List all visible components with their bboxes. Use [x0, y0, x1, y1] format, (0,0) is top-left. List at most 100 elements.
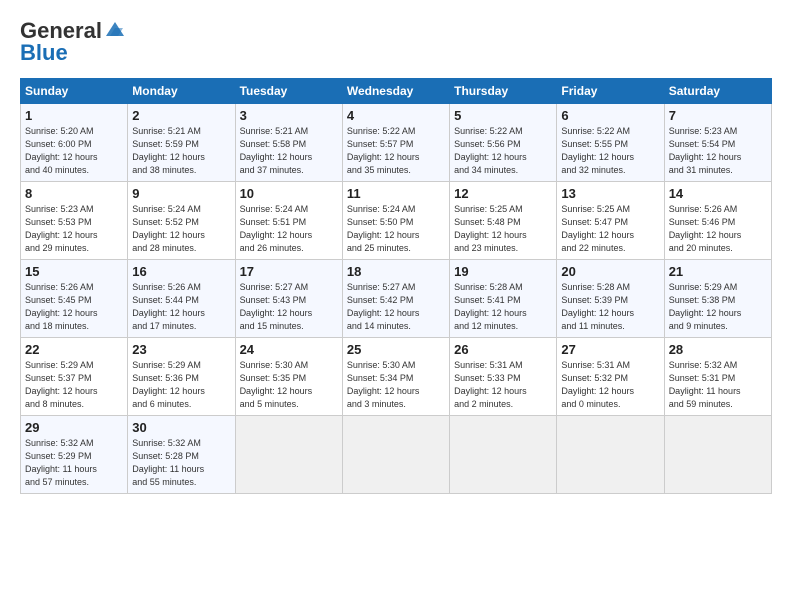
day-info: Sunrise: 5:26 AM Sunset: 5:44 PM Dayligh… — [132, 281, 230, 333]
table-row: 17 Sunrise: 5:27 AM Sunset: 5:43 PM Dayli… — [235, 260, 342, 338]
day-number: 1 — [25, 108, 123, 123]
table-row — [557, 416, 664, 494]
col-sunday: Sunday — [21, 79, 128, 104]
day-number: 5 — [454, 108, 552, 123]
table-row — [450, 416, 557, 494]
table-row — [664, 416, 771, 494]
day-number: 24 — [240, 342, 338, 357]
calendar-week-row: 8Sunrise: 5:23 AM Sunset: 5:53 PM Daylig… — [21, 182, 772, 260]
table-row: 9 Sunrise: 5:24 AM Sunset: 5:52 PM Daylig… — [128, 182, 235, 260]
day-info: Sunrise: 5:32 AM Sunset: 5:28 PM Dayligh… — [132, 437, 230, 489]
day-info: Sunrise: 5:30 AM Sunset: 5:35 PM Dayligh… — [240, 359, 338, 411]
table-row: 2Sunrise: 5:21 AM Sunset: 5:59 PM Daylig… — [128, 104, 235, 182]
logo: General Blue — [20, 18, 126, 66]
col-wednesday: Wednesday — [342, 79, 449, 104]
day-number: 26 — [454, 342, 552, 357]
day-number: 29 — [25, 420, 123, 435]
day-number: 3 — [240, 108, 338, 123]
table-row: 29 Sunrise: 5:32 AM Sunset: 5:29 PM Dayli… — [21, 416, 128, 494]
day-number: 7 — [669, 108, 767, 123]
day-number: 2 — [132, 108, 230, 123]
day-info: Sunrise: 5:20 AM Sunset: 6:00 PM Dayligh… — [25, 125, 123, 177]
day-number: 15 — [25, 264, 123, 279]
day-info: Sunrise: 5:29 AM Sunset: 5:36 PM Dayligh… — [132, 359, 230, 411]
day-info: Sunrise: 5:32 AM Sunset: 5:31 PM Dayligh… — [669, 359, 767, 411]
day-info: Sunrise: 5:24 AM Sunset: 5:50 PM Dayligh… — [347, 203, 445, 255]
table-row: 19Sunrise: 5:28 AM Sunset: 5:41 PM Dayli… — [450, 260, 557, 338]
day-number: 14 — [669, 186, 767, 201]
table-row: 22 Sunrise: 5:29 AM Sunset: 5:37 PM Dayli… — [21, 338, 128, 416]
col-monday: Monday — [128, 79, 235, 104]
day-info: Sunrise: 5:21 AM Sunset: 5:58 PM Dayligh… — [240, 125, 338, 177]
day-info: Sunrise: 5:31 AM Sunset: 5:32 PM Dayligh… — [561, 359, 659, 411]
day-number: 30 — [132, 420, 230, 435]
table-row: 30 Sunrise: 5:32 AM Sunset: 5:28 PM Dayli… — [128, 416, 235, 494]
day-info: Sunrise: 5:26 AM Sunset: 5:45 PM Dayligh… — [25, 281, 123, 333]
logo-icon — [104, 20, 126, 38]
table-row — [235, 416, 342, 494]
calendar-week-row: 1 Sunrise: 5:20 AM Sunset: 6:00 PM Daylig… — [21, 104, 772, 182]
day-info: Sunrise: 5:22 AM Sunset: 5:56 PM Dayligh… — [454, 125, 552, 177]
col-thursday: Thursday — [450, 79, 557, 104]
table-row: 27 Sunrise: 5:31 AM Sunset: 5:32 PM Dayli… — [557, 338, 664, 416]
table-row: 1 Sunrise: 5:20 AM Sunset: 6:00 PM Daylig… — [21, 104, 128, 182]
day-info: Sunrise: 5:27 AM Sunset: 5:43 PM Dayligh… — [240, 281, 338, 333]
table-row: 18 Sunrise: 5:27 AM Sunset: 5:42 PM Dayli… — [342, 260, 449, 338]
day-number: 19 — [454, 264, 552, 279]
day-info: Sunrise: 5:30 AM Sunset: 5:34 PM Dayligh… — [347, 359, 445, 411]
day-number: 16 — [132, 264, 230, 279]
table-row: 10Sunrise: 5:24 AM Sunset: 5:51 PM Dayli… — [235, 182, 342, 260]
day-number: 11 — [347, 186, 445, 201]
day-info: Sunrise: 5:25 AM Sunset: 5:47 PM Dayligh… — [561, 203, 659, 255]
day-info: Sunrise: 5:24 AM Sunset: 5:51 PM Dayligh… — [240, 203, 338, 255]
day-info: Sunrise: 5:29 AM Sunset: 5:38 PM Dayligh… — [669, 281, 767, 333]
day-info: Sunrise: 5:32 AM Sunset: 5:29 PM Dayligh… — [25, 437, 123, 489]
table-row: 12Sunrise: 5:25 AM Sunset: 5:48 PM Dayli… — [450, 182, 557, 260]
day-number: 17 — [240, 264, 338, 279]
calendar-week-row: 15 Sunrise: 5:26 AM Sunset: 5:45 PM Dayli… — [21, 260, 772, 338]
table-row: 7Sunrise: 5:23 AM Sunset: 5:54 PM Daylig… — [664, 104, 771, 182]
day-number: 9 — [132, 186, 230, 201]
header: General Blue — [20, 18, 772, 66]
col-friday: Friday — [557, 79, 664, 104]
day-number: 21 — [669, 264, 767, 279]
day-info: Sunrise: 5:24 AM Sunset: 5:52 PM Dayligh… — [132, 203, 230, 255]
day-number: 22 — [25, 342, 123, 357]
day-info: Sunrise: 5:25 AM Sunset: 5:48 PM Dayligh… — [454, 203, 552, 255]
calendar-header-row: Sunday Monday Tuesday Wednesday Thursday… — [21, 79, 772, 104]
table-row: 8Sunrise: 5:23 AM Sunset: 5:53 PM Daylig… — [21, 182, 128, 260]
page-container: General Blue Sunday Monday Tuesday Wedne… — [0, 0, 792, 504]
day-info: Sunrise: 5:31 AM Sunset: 5:33 PM Dayligh… — [454, 359, 552, 411]
table-row: 13 Sunrise: 5:25 AM Sunset: 5:47 PM Dayli… — [557, 182, 664, 260]
day-number: 6 — [561, 108, 659, 123]
col-saturday: Saturday — [664, 79, 771, 104]
table-row — [342, 416, 449, 494]
day-number: 23 — [132, 342, 230, 357]
day-number: 4 — [347, 108, 445, 123]
table-row: 15 Sunrise: 5:26 AM Sunset: 5:45 PM Dayli… — [21, 260, 128, 338]
day-number: 18 — [347, 264, 445, 279]
day-number: 13 — [561, 186, 659, 201]
table-row: 26 Sunrise: 5:31 AM Sunset: 5:33 PM Dayli… — [450, 338, 557, 416]
table-row: 6 Sunrise: 5:22 AM Sunset: 5:55 PM Daylig… — [557, 104, 664, 182]
calendar-table: Sunday Monday Tuesday Wednesday Thursday… — [20, 78, 772, 494]
table-row: 4Sunrise: 5:22 AM Sunset: 5:57 PM Daylig… — [342, 104, 449, 182]
calendar-week-row: 29 Sunrise: 5:32 AM Sunset: 5:29 PM Dayli… — [21, 416, 772, 494]
table-row: 14 Sunrise: 5:26 AM Sunset: 5:46 PM Dayli… — [664, 182, 771, 260]
day-info: Sunrise: 5:29 AM Sunset: 5:37 PM Dayligh… — [25, 359, 123, 411]
day-number: 27 — [561, 342, 659, 357]
table-row: 25Sunrise: 5:30 AM Sunset: 5:34 PM Dayli… — [342, 338, 449, 416]
table-row: 20Sunrise: 5:28 AM Sunset: 5:39 PM Dayli… — [557, 260, 664, 338]
table-row: 21 Sunrise: 5:29 AM Sunset: 5:38 PM Dayli… — [664, 260, 771, 338]
table-row: 24 Sunrise: 5:30 AM Sunset: 5:35 PM Dayli… — [235, 338, 342, 416]
calendar-week-row: 22 Sunrise: 5:29 AM Sunset: 5:37 PM Dayli… — [21, 338, 772, 416]
table-row: 5 Sunrise: 5:22 AM Sunset: 5:56 PM Daylig… — [450, 104, 557, 182]
day-info: Sunrise: 5:22 AM Sunset: 5:55 PM Dayligh… — [561, 125, 659, 177]
day-info: Sunrise: 5:27 AM Sunset: 5:42 PM Dayligh… — [347, 281, 445, 333]
col-tuesday: Tuesday — [235, 79, 342, 104]
table-row: 11 Sunrise: 5:24 AM Sunset: 5:50 PM Dayli… — [342, 182, 449, 260]
day-info: Sunrise: 5:26 AM Sunset: 5:46 PM Dayligh… — [669, 203, 767, 255]
table-row: 3 Sunrise: 5:21 AM Sunset: 5:58 PM Daylig… — [235, 104, 342, 182]
calendar-body: 1 Sunrise: 5:20 AM Sunset: 6:00 PM Daylig… — [21, 104, 772, 494]
day-info: Sunrise: 5:28 AM Sunset: 5:39 PM Dayligh… — [561, 281, 659, 333]
